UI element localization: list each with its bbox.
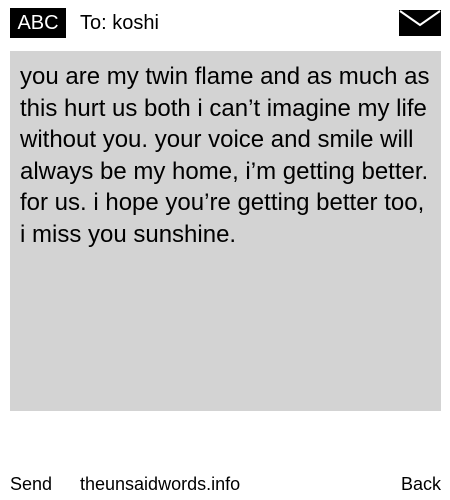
header-bar: ABC To: koshi [0,0,450,46]
footer-bar: Send theunsaidwords.info Back [0,470,450,498]
input-mode-badge[interactable]: ABC [10,8,66,38]
back-button[interactable]: Back [401,470,441,498]
site-link[interactable]: theunsaidwords.info [80,470,240,498]
message-body[interactable]: you are my twin flame and as much as thi… [10,51,441,411]
envelope-icon[interactable] [399,10,441,36]
send-button[interactable]: Send [10,470,52,498]
recipient-label: To: koshi [80,12,159,34]
